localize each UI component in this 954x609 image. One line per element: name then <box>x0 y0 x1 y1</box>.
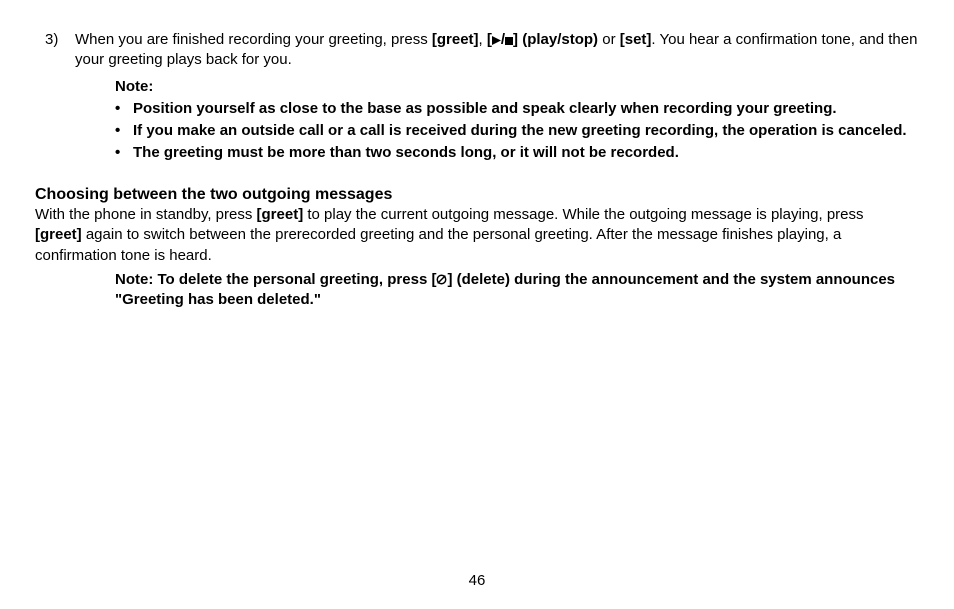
delete-text: Note: To delete the personal greeting, p… <box>115 271 436 288</box>
note-list: • Position yourself as close to the base… <box>115 99 924 164</box>
note-block: Note: • Position yourself as close to th… <box>75 77 924 164</box>
step-sep: , <box>479 31 487 48</box>
note-text: The greeting must be more than two secon… <box>133 144 679 161</box>
play-icon <box>492 31 501 48</box>
set-button-label: [set] <box>620 31 652 48</box>
note-item: • Position yourself as close to the base… <box>115 99 924 119</box>
step-sep2: or <box>598 31 620 48</box>
note-text: Position yourself as close to the base a… <box>133 100 837 117</box>
step-text: When you are finished recording your gre… <box>75 31 432 48</box>
para-text: to play the current outgoing message. Wh… <box>303 206 863 223</box>
playstop-label: (play/stop) <box>518 31 598 48</box>
note-item: • The greeting must be more than two sec… <box>115 143 924 163</box>
greet-button-label: [greet] <box>257 206 304 223</box>
section-heading: Choosing between the two outgoing messag… <box>35 184 924 206</box>
greet-button-label: [greet] <box>35 226 82 243</box>
page-number: 46 <box>0 571 954 591</box>
step-body: When you are finished recording your gre… <box>75 30 924 164</box>
stop-icon <box>505 31 513 48</box>
para-text: again to switch between the prerecorded … <box>35 226 841 263</box>
bullet-icon: • <box>115 121 133 141</box>
step-3: 3) When you are finished recording your … <box>35 30 924 164</box>
note-heading: Note: <box>115 77 924 97</box>
delete-note: Note: To delete the personal greeting, p… <box>35 270 905 311</box>
note-item: • If you make an outside call or a call … <box>115 121 924 141</box>
greet-button-label: [greet] <box>432 31 479 48</box>
step-number: 3) <box>45 30 58 50</box>
bullet-icon: • <box>115 143 133 163</box>
bullet-icon: • <box>115 99 133 119</box>
delete-icon <box>436 271 447 288</box>
para-text: With the phone in standby, press <box>35 206 257 223</box>
note-text: If you make an outside call or a call is… <box>133 122 907 139</box>
section-paragraph: With the phone in standby, press [greet]… <box>35 205 905 266</box>
